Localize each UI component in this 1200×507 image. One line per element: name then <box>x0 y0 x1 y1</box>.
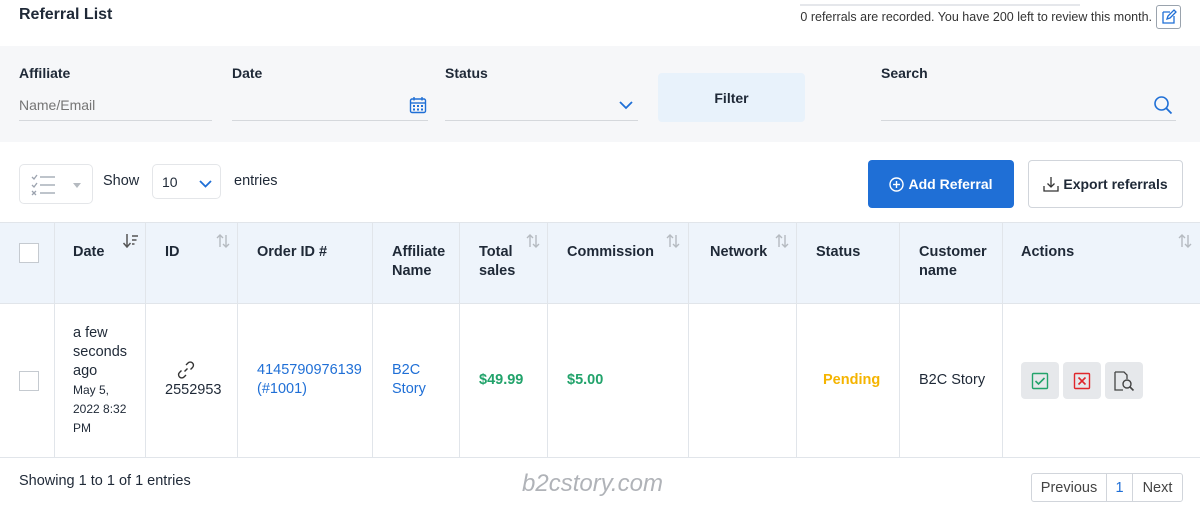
row-id: 2552953 <box>165 382 222 398</box>
sort-icon[interactable] <box>666 234 680 248</box>
column-divider <box>547 222 548 458</box>
add-referral-button[interactable]: Add Referral <box>868 160 1014 208</box>
row-customer-name: B2C Story <box>919 372 986 388</box>
affiliate-field-wrapper <box>19 91 212 121</box>
status-label: Status <box>445 65 488 81</box>
column-header-id[interactable]: ID <box>165 243 180 262</box>
column-header-actions[interactable]: Actions <box>1021 243 1074 262</box>
table-info: Showing 1 to 1 of 1 entries <box>19 473 191 489</box>
search-icon[interactable] <box>1153 95 1173 115</box>
check-square-icon <box>1031 372 1049 389</box>
approve-button[interactable] <box>1021 362 1059 399</box>
row-date-full: May 5, 2022 8:32 PM <box>73 383 127 435</box>
page-length-value: 10 <box>162 174 178 190</box>
column-header-network[interactable]: Network <box>710 243 767 262</box>
usage-progress-track <box>800 4 1080 6</box>
sort-icon[interactable] <box>775 234 789 248</box>
edit-icon <box>1161 9 1177 24</box>
filter-panel: Affiliate Date Status Filter Search <box>0 46 1200 142</box>
status-badge: Pending <box>823 372 881 388</box>
column-header-customer-name: Customer name <box>919 244 987 279</box>
view-details-button[interactable] <box>1105 362 1143 399</box>
edit-button[interactable] <box>1156 5 1181 29</box>
column-divider <box>459 222 460 458</box>
search-label: Search <box>881 65 928 81</box>
top-bar: Referral List 0 referrals are recorded. … <box>0 0 1200 46</box>
sort-icon[interactable] <box>1178 234 1192 248</box>
date-label: Date <box>232 65 263 81</box>
add-referral-label: Add Referral <box>908 176 993 192</box>
export-referrals-button[interactable]: Export referrals <box>1028 160 1183 208</box>
download-icon <box>1043 177 1060 192</box>
column-header-total-sales[interactable]: Total sales <box>479 243 527 281</box>
checklist-icon <box>31 174 55 196</box>
column-header-affiliate-name: Affiliate Name <box>392 244 446 279</box>
column-divider <box>688 222 689 458</box>
column-visibility-button[interactable] <box>19 164 93 204</box>
chevron-down-icon <box>199 180 212 188</box>
page-length-select[interactable]: 10 <box>152 164 221 199</box>
show-label: Show <box>103 173 140 189</box>
close-square-icon <box>1073 372 1091 389</box>
column-header-order-id: Order ID # <box>257 244 328 260</box>
sort-icon[interactable] <box>216 234 230 248</box>
table-toolbar: Show 10 entries Add Referral Export refe… <box>0 142 1200 222</box>
page-1-button[interactable]: 1 <box>1107 474 1133 501</box>
column-divider <box>899 222 900 458</box>
page-title: Referral List <box>19 6 113 23</box>
sort-descending-icon[interactable] <box>123 234 139 248</box>
export-referrals-label: Export referrals <box>1063 176 1168 192</box>
reject-button[interactable] <box>1063 362 1101 399</box>
column-divider <box>145 222 146 458</box>
affiliate-input[interactable] <box>19 97 179 113</box>
row-total-sales: $49.99 <box>479 372 524 388</box>
status-select[interactable] <box>445 91 638 121</box>
caret-down-icon <box>73 183 81 188</box>
row-commission: $5.00 <box>567 372 604 388</box>
column-header-status: Status <box>816 244 861 260</box>
sort-icon[interactable] <box>526 234 540 248</box>
affiliate-name-link[interactable]: B2C Story <box>392 361 442 399</box>
column-divider <box>237 222 238 458</box>
previous-page-button[interactable]: Previous <box>1032 474 1107 501</box>
plus-circle-icon <box>889 176 905 192</box>
pagination: Previous 1 Next <box>1031 473 1183 502</box>
row-date-relative: a few seconds ago <box>73 325 128 379</box>
column-divider <box>1002 222 1003 458</box>
table-header <box>0 222 1200 304</box>
calendar-icon[interactable] <box>409 96 427 114</box>
column-divider <box>54 222 55 458</box>
row-checkbox[interactable] <box>19 371 39 391</box>
select-all-checkbox[interactable] <box>19 243 39 263</box>
document-search-icon <box>1114 370 1135 391</box>
order-id-link[interactable]: 4145790976139 (#1001) <box>257 361 362 399</box>
entries-label: entries <box>234 173 278 189</box>
column-header-date[interactable]: Date <box>73 243 104 262</box>
next-page-button[interactable]: Next <box>1133 474 1182 501</box>
column-divider <box>796 222 797 458</box>
date-input[interactable] <box>232 91 428 121</box>
watermark: b2cstory.com <box>522 470 663 497</box>
chevron-down-icon <box>619 101 633 110</box>
column-divider <box>372 222 373 458</box>
column-header-commission[interactable]: Commission <box>567 243 654 262</box>
affiliate-label: Affiliate <box>19 65 71 81</box>
link-icon[interactable] <box>176 360 196 380</box>
referral-quota-notice: 0 referrals are recorded. You have 200 l… <box>800 10 1152 24</box>
filter-button[interactable]: Filter <box>658 73 805 122</box>
search-input[interactable] <box>881 91 1176 121</box>
